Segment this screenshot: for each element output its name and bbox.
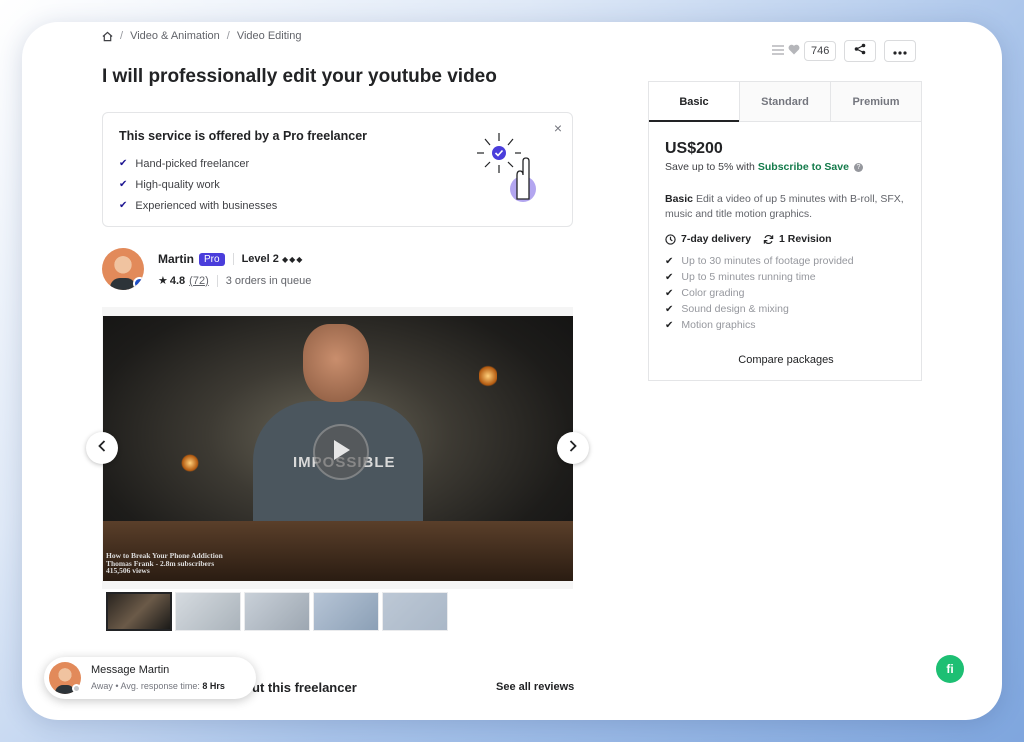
clock-icon (665, 233, 676, 245)
video-caption: How to Break Your Phone Addiction Thomas… (106, 551, 223, 575)
divider (232, 253, 234, 265)
rating-row: ★ 4.8 (72) 3 orders in queue (158, 274, 311, 287)
pro-badge: Pro (199, 252, 225, 266)
list-item: ✔ Experienced with businesses (119, 199, 278, 212)
share-button[interactable] (844, 40, 877, 62)
gallery-thumbnails (106, 592, 448, 631)
refresh-icon (763, 234, 774, 244)
thumbnail[interactable] (244, 592, 310, 631)
rating-score: 4.8 (169, 274, 186, 287)
save-to-list[interactable]: 746 (772, 41, 837, 61)
list-item: ✔ Up to 5 minutes running time (665, 271, 816, 283)
help-icon[interactable]: ? (853, 162, 863, 172)
package-meta: 7-day delivery 1 Revision (665, 233, 832, 245)
tab-standard[interactable]: Standard (739, 82, 830, 121)
orders-in-queue: 3 orders in queue (225, 274, 312, 287)
more-options-button[interactable] (884, 40, 917, 62)
seller-overview: Martin Pro Level 2 ◆◆◆ ★ 4.8 (72) 3 orde… (102, 248, 311, 290)
package-price: US$200 (665, 140, 723, 157)
video-player[interactable]: IMPOSSIBLE How to Break Your Phone Addic… (103, 316, 573, 581)
lamp-glow (181, 454, 199, 472)
star-icon: ★ (158, 275, 168, 287)
check-icon: ✔ (119, 179, 128, 190)
seller-level: Level 2 ◆◆◆ (241, 253, 304, 265)
tab-basic[interactable]: Basic (649, 82, 739, 122)
compare-packages-link[interactable]: Compare packages (649, 354, 923, 366)
message-seller-label: Message Martin (91, 664, 170, 676)
check-icon: ✔ (665, 255, 674, 267)
list-icon[interactable] (772, 42, 784, 60)
message-seller-card[interactable]: Message Martin Away • Avg. response time… (44, 657, 256, 699)
verified-badge-icon (133, 277, 144, 290)
package-description: Basic Edit a video of up 5 minutes with … (665, 193, 904, 220)
fiverr-logo-icon[interactable]: fi (936, 655, 964, 683)
top-actions: 746 (772, 40, 917, 62)
more-icon (893, 42, 907, 60)
breadcrumb-separator: / (120, 30, 124, 42)
list-item: ✔ Sound design & mixing (665, 303, 789, 315)
delivery-time: 7-day delivery (665, 233, 751, 245)
presenter-head (303, 324, 369, 402)
breadcrumb-item-video-animation[interactable]: Video & Animation (130, 30, 220, 42)
list-item: ✔ Motion graphics (665, 319, 756, 331)
play-icon (331, 439, 351, 466)
heart-icon[interactable] (788, 42, 800, 60)
seller-name-row: Martin Pro Level 2 ◆◆◆ (158, 252, 303, 266)
check-icon: ✔ (665, 319, 674, 331)
breadcrumb-item-video-editing[interactable]: Video Editing (237, 30, 302, 42)
chevron-left-icon (98, 439, 106, 457)
seller-name[interactable]: Martin (158, 252, 194, 266)
pro-notice-list: ✔ Hand-picked freelancer ✔ High-quality wo… (119, 153, 277, 216)
thumbnail[interactable] (313, 592, 379, 631)
gallery-prev-button[interactable] (86, 432, 118, 464)
share-icon (854, 42, 866, 60)
packages-panel: Basic Standard Premium US$200 Save up to… (648, 81, 922, 381)
gig-title: I will professionally edit your youtube … (102, 66, 497, 87)
check-icon: ✔ (665, 271, 674, 283)
gig-page-card: / Video & Animation / Video Editing I wi… (22, 22, 1002, 720)
list-item: ✔ High-quality work (119, 178, 220, 191)
thumbnail[interactable] (106, 592, 172, 631)
away-status-icon (72, 684, 81, 693)
package-tabs: Basic Standard Premium (649, 82, 921, 122)
play-button[interactable] (313, 424, 369, 480)
breadcrumb: / Video & Animation / Video Editing (102, 30, 301, 42)
pro-freelancer-notice: This service is offered by a Pro freelan… (102, 112, 573, 227)
check-icon: ✔ (119, 158, 128, 169)
gallery-next-button[interactable] (557, 432, 589, 464)
tab-premium[interactable]: Premium (830, 82, 921, 121)
home-icon[interactable] (102, 31, 113, 42)
package-features: ✔ Up to 30 minutes of footage provided ✔ U… (665, 253, 854, 333)
list-item: ✔ Hand-picked freelancer (119, 157, 250, 170)
level-diamonds-icon: ◆◆◆ (281, 255, 304, 264)
pro-badge-illustration (473, 131, 545, 212)
avatar[interactable] (102, 248, 144, 290)
list-item: ✔ Color grading (665, 287, 745, 299)
about-freelancer-heading: ut this freelancer (252, 680, 357, 695)
subscribe-to-save-link[interactable]: Subscribe to Save (758, 161, 849, 173)
subscribe-save-row: Save up to 5% with Subscribe to Save ? (665, 161, 863, 173)
revisions: 1 Revision (763, 233, 832, 245)
breadcrumb-separator: / (226, 30, 230, 42)
pro-notice-heading: This service is offered by a Pro freelan… (119, 129, 368, 143)
check-icon: ✔ (665, 287, 674, 299)
thumbnail[interactable] (175, 592, 241, 631)
chevron-right-icon (569, 439, 577, 457)
check-icon: ✔ (665, 303, 674, 315)
see-all-reviews-link[interactable]: See all reviews (496, 681, 574, 693)
response-time: Away • Avg. response time: 8 Hrs (91, 681, 225, 691)
check-icon: ✔ (119, 200, 128, 211)
list-item: ✔ Up to 30 minutes of footage provided (665, 255, 854, 267)
likes-count: 746 (804, 41, 837, 61)
reviews-link[interactable]: (72) (189, 275, 209, 287)
lamp-glow (479, 364, 497, 388)
thumbnail[interactable] (382, 592, 448, 631)
close-icon[interactable]: × (554, 120, 562, 136)
divider (216, 274, 218, 287)
